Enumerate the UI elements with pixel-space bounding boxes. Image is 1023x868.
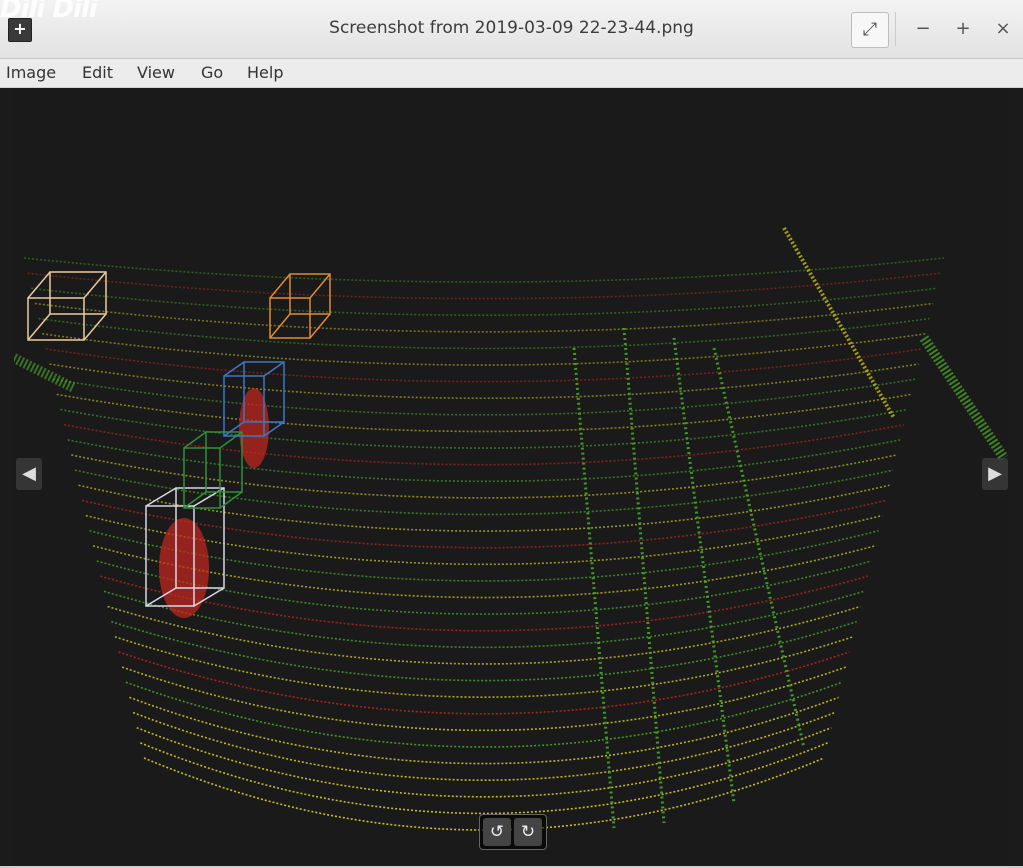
menu-bar: Image Edit View Go Help — [0, 59, 1023, 88]
car-cluster — [159, 518, 209, 618]
menu-image[interactable]: Image — [6, 63, 56, 82]
scan-ring — [45, 348, 923, 383]
wall-far-right — [919, 335, 1009, 461]
scan-ring — [140, 742, 828, 815]
rotate-left-icon[interactable]: ↺ — [483, 818, 511, 846]
scan-ring — [125, 681, 843, 748]
scan-ring — [38, 317, 930, 350]
scan-ring — [121, 666, 847, 732]
menu-go[interactable]: Go — [201, 63, 223, 82]
scan-ring — [56, 393, 912, 433]
next-image-icon[interactable]: ▶ — [982, 458, 1008, 490]
scan-ring — [31, 287, 937, 316]
bounding-box-peach — [83, 271, 107, 299]
wall-right — [782, 226, 896, 420]
close-icon[interactable]: × — [985, 12, 1021, 46]
curb-ridge — [622, 327, 666, 824]
scan-ring — [118, 651, 850, 715]
rotate-controls: ↺ ↻ — [479, 814, 547, 850]
minimize-icon[interactable]: − — [905, 12, 941, 46]
bounding-box-orange — [309, 273, 331, 299]
scan-ring — [52, 378, 916, 416]
menu-edit[interactable]: Edit — [82, 63, 113, 82]
bounding-box-white — [145, 487, 177, 507]
scan-ring — [103, 590, 865, 649]
scan-ring — [136, 726, 832, 798]
menu-help[interactable]: Help — [247, 63, 283, 82]
scan-ring — [92, 545, 876, 599]
curb-ridge — [712, 347, 806, 749]
title-separator — [895, 12, 896, 46]
scan-ring — [107, 605, 861, 665]
expand-icon[interactable]: ⤢ — [851, 12, 889, 48]
bounding-box-blue — [223, 361, 245, 377]
scan-ring — [42, 332, 926, 366]
title-bar: Dili Dili + Screenshot from 2019-03-09 2… — [0, 0, 1023, 59]
scan-ring — [27, 272, 941, 300]
scan-ring — [114, 636, 854, 698]
previous-image-icon[interactable]: ◀ — [16, 458, 42, 490]
image-viewport[interactable]: ◀ ▶ ↺ ↻ — [14, 88, 1009, 866]
bounding-box-peach — [27, 271, 51, 299]
bounding-box-peach — [49, 271, 107, 315]
curb-ridge — [672, 337, 736, 804]
menu-view[interactable]: View — [137, 63, 175, 82]
curb-ridge — [572, 347, 616, 829]
scan-ring — [49, 363, 919, 400]
rotate-right-icon[interactable]: ↻ — [514, 818, 542, 846]
scan-ring — [34, 302, 934, 333]
point-cloud-image — [14, 226, 1009, 831]
bounding-box-green — [205, 431, 243, 493]
scan-ring — [23, 257, 945, 283]
wall-left — [14, 353, 77, 393]
scan-ring — [67, 439, 901, 483]
bounding-box-orange — [309, 313, 331, 339]
scan-ring — [100, 575, 868, 632]
maximize-icon[interactable]: + — [945, 12, 981, 46]
